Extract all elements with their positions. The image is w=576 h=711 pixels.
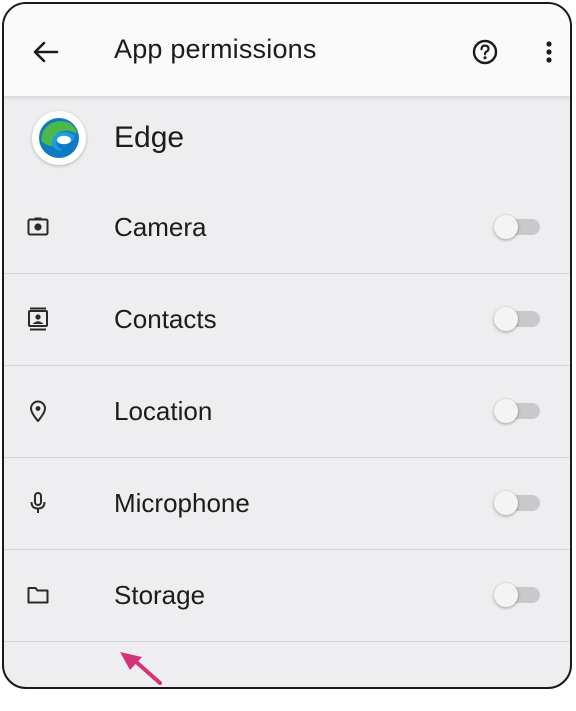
permission-row-storage[interactable]: Storage — [4, 550, 570, 642]
phone-screen: App permissions Edge Camera Contacts Loc… — [2, 2, 572, 689]
camera-toggle[interactable] — [492, 215, 544, 239]
permission-row-contacts[interactable]: Contacts — [4, 274, 570, 366]
app-header: Edge — [4, 96, 570, 184]
edge-logo-icon — [32, 111, 86, 165]
camera-icon — [27, 217, 49, 236]
permission-label: Contacts — [114, 304, 217, 334]
contacts-toggle[interactable] — [492, 307, 544, 331]
app-name: Edge — [114, 121, 185, 154]
annotation-arrow — [120, 652, 162, 685]
permission-label: Storage — [114, 580, 206, 610]
microphone-toggle[interactable] — [492, 491, 544, 515]
help-button[interactable] — [470, 37, 500, 67]
contacts-icon — [28, 307, 48, 331]
location-pin-icon — [30, 400, 46, 422]
permission-row-microphone[interactable]: Microphone — [4, 458, 570, 550]
more-vert-icon — [546, 41, 552, 63]
permission-label: Location — [114, 396, 213, 426]
permission-label: Microphone — [114, 488, 250, 518]
permission-row-camera[interactable]: Camera — [4, 182, 570, 274]
folder-icon — [27, 587, 49, 604]
page-title: App permissions — [114, 34, 317, 64]
page: App permissions Edge Camera Contacts Loc… — [0, 0, 576, 711]
more-options-button[interactable] — [534, 37, 564, 67]
arrow-left-icon — [33, 41, 59, 63]
permission-label: Camera — [114, 212, 207, 242]
microphone-icon — [30, 492, 46, 513]
storage-toggle[interactable] — [492, 583, 544, 607]
back-button[interactable] — [26, 32, 66, 72]
help-circle-icon — [472, 39, 498, 65]
permission-list: Camera Contacts Location Microphone Stor… — [4, 182, 570, 642]
location-toggle[interactable] — [492, 399, 544, 423]
permission-row-location[interactable]: Location — [4, 366, 570, 458]
app-bar: App permissions — [4, 4, 570, 96]
